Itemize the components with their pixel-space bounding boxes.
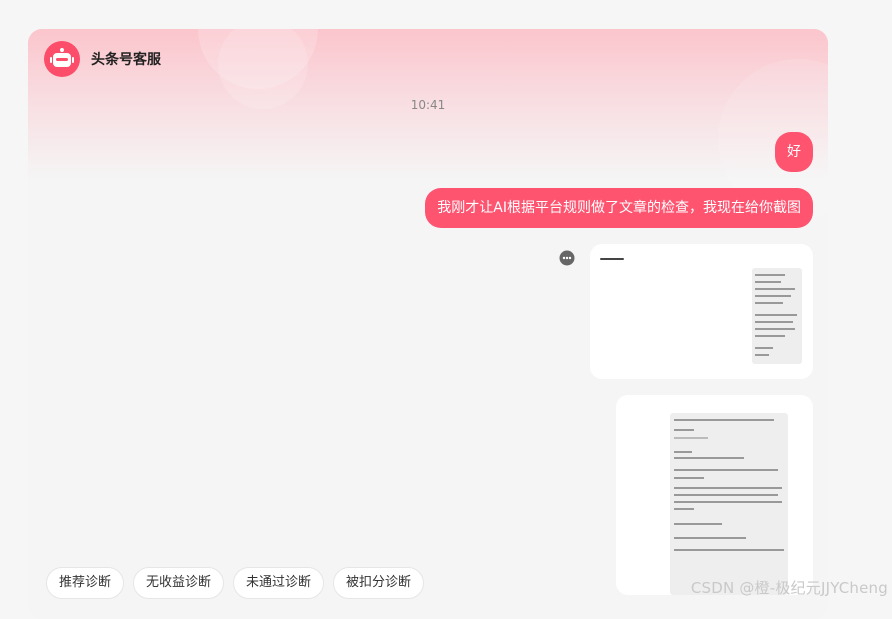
quick-reply-not-approved-diagnosis[interactable]: 未通过诊断 [233, 567, 325, 599]
user-message: 好 [775, 132, 813, 172]
quick-reply-deduction-diagnosis[interactable]: 被扣分诊断 [333, 567, 425, 599]
quick-reply-recommend-diagnosis[interactable]: 推荐诊断 [46, 567, 125, 599]
robot-icon [44, 41, 80, 77]
comment-icon[interactable] [559, 250, 575, 270]
screenshot-image[interactable] [590, 244, 813, 379]
chat-header: 头条号客服 [44, 40, 161, 78]
watermark: CSDN @橙-极纪元JJYCheng [690, 579, 888, 597]
chat-panel: 头条号客服 10:41 好 我刚才让AI根据平台规则做了文章的检查，我现在给你截… [28, 29, 828, 619]
message-timestamp: 10:41 [410, 98, 446, 112]
header-decoration [218, 29, 308, 109]
screenshot-image[interactable] [616, 395, 813, 595]
quick-reply-no-revenue-diagnosis[interactable]: 无收益诊断 [133, 567, 225, 599]
quick-reply-bar: 推荐诊断 无收益诊断 未通过诊断 被扣分诊断 [46, 567, 425, 599]
user-message: 我刚才让AI根据平台规则做了文章的检查，我现在给你截图 [425, 188, 813, 228]
chat-title: 头条号客服 [91, 52, 161, 68]
